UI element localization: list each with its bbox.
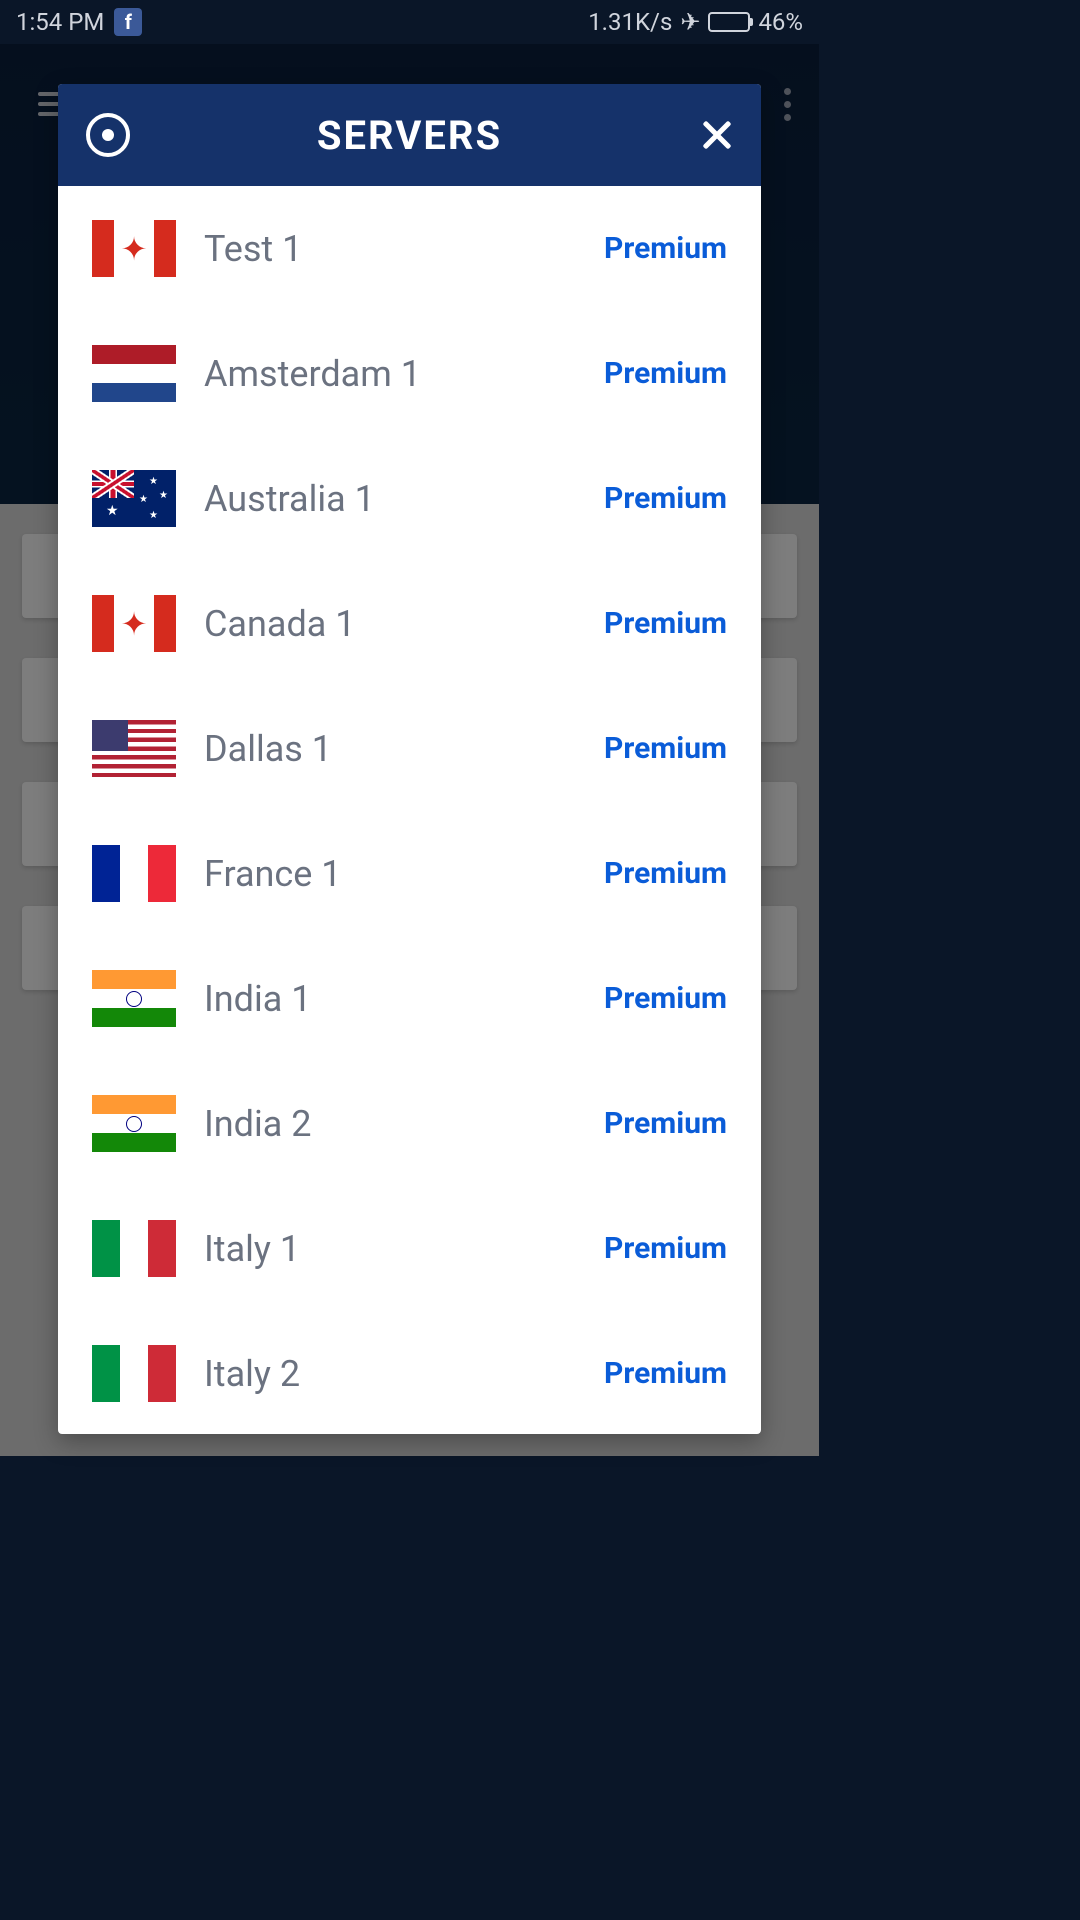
server-name: Dallas 1 [204, 728, 604, 770]
flag-icon [92, 1345, 176, 1402]
server-name: India 2 [204, 1103, 604, 1145]
network-speed: 1.31K/s [588, 8, 672, 36]
status-time: 1:54 PM [16, 8, 104, 36]
premium-badge: Premium [604, 856, 727, 891]
premium-badge: Premium [604, 731, 727, 766]
premium-badge: Premium [604, 231, 727, 266]
server-name: Test 1 [204, 228, 604, 270]
modal-header: SERVERS [58, 84, 761, 186]
server-item[interactable]: India 2Premium [58, 1061, 761, 1186]
close-icon[interactable] [699, 117, 735, 153]
flag-icon: ✦ [92, 595, 176, 652]
premium-badge: Premium [604, 356, 727, 391]
flag-icon: ✦ [92, 220, 176, 277]
server-item[interactable]: France 1Premium [58, 811, 761, 936]
server-item[interactable]: India 1Premium [58, 936, 761, 1061]
status-right: 1.31K/s ✈ 46% [588, 8, 803, 36]
airplane-mode-icon: ✈ [680, 8, 700, 36]
premium-badge: Premium [604, 981, 727, 1016]
flag-icon [92, 845, 176, 902]
location-pin-icon[interactable] [86, 113, 130, 157]
server-name: Canada 1 [204, 603, 604, 645]
premium-badge: Premium [604, 1106, 727, 1141]
server-name: France 1 [204, 853, 604, 895]
premium-badge: Premium [604, 481, 727, 516]
premium-badge: Premium [604, 606, 727, 641]
server-name: Australia 1 [204, 478, 604, 520]
server-item[interactable]: ★★★★★ Australia 1Premium [58, 436, 761, 561]
flag-icon: ★★★★★ [92, 470, 176, 527]
server-item[interactable]: ✦ Test 1Premium [58, 186, 761, 311]
server-item[interactable]: Italy 2Premium [58, 1311, 761, 1434]
server-item[interactable]: Dallas 1Premium [58, 686, 761, 811]
flag-icon [92, 1095, 176, 1152]
flag-icon [92, 1220, 176, 1277]
server-item[interactable]: Italy 1Premium [58, 1186, 761, 1311]
premium-badge: Premium [604, 1356, 727, 1391]
server-item[interactable]: Amsterdam 1Premium [58, 311, 761, 436]
battery-icon [708, 12, 750, 32]
server-list[interactable]: ✦Test 1PremiumAmsterdam 1Premium★★★★★Aus… [58, 186, 761, 1434]
battery-percent: 46% [758, 8, 803, 36]
status-bar: 1:54 PM f 1.31K/s ✈ 46% [0, 0, 819, 44]
status-left: 1:54 PM f [16, 8, 142, 36]
server-name: India 1 [204, 978, 604, 1020]
modal-title: SERVERS [317, 112, 502, 159]
flag-icon [92, 345, 176, 402]
flag-icon [92, 970, 176, 1027]
flag-icon [92, 720, 176, 777]
server-name: Italy 2 [204, 1353, 604, 1395]
servers-modal: SERVERS ✦Test 1PremiumAmsterdam 1Premium… [58, 84, 761, 1434]
server-name: Italy 1 [204, 1228, 604, 1270]
premium-badge: Premium [604, 1231, 727, 1266]
facebook-icon: f [114, 8, 142, 36]
server-name: Amsterdam 1 [204, 353, 604, 395]
server-item[interactable]: ✦ Canada 1Premium [58, 561, 761, 686]
